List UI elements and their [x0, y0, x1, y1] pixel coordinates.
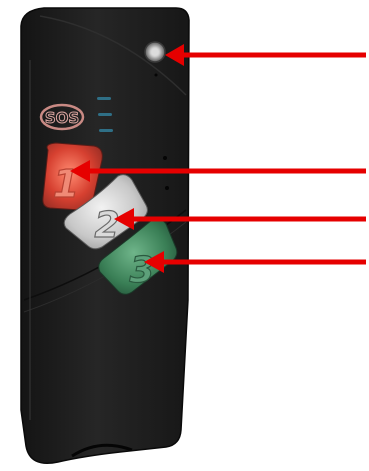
device-photo: SOS 1 2 3	[20, 7, 366, 464]
camera-lens-icon	[144, 41, 166, 63]
arrow-to-camera	[165, 44, 366, 66]
button-3-label: 3	[129, 250, 154, 291]
indicator-hole	[163, 156, 167, 160]
sos-label: SOS	[45, 109, 79, 127]
led-indicator	[99, 129, 113, 132]
sos-badge: SOS	[39, 103, 85, 131]
led-indicator	[98, 113, 112, 116]
button-2-label: 2	[94, 205, 119, 246]
microphone-hole	[154, 73, 158, 77]
indicator-hole	[165, 186, 169, 190]
led-indicator	[97, 97, 111, 100]
